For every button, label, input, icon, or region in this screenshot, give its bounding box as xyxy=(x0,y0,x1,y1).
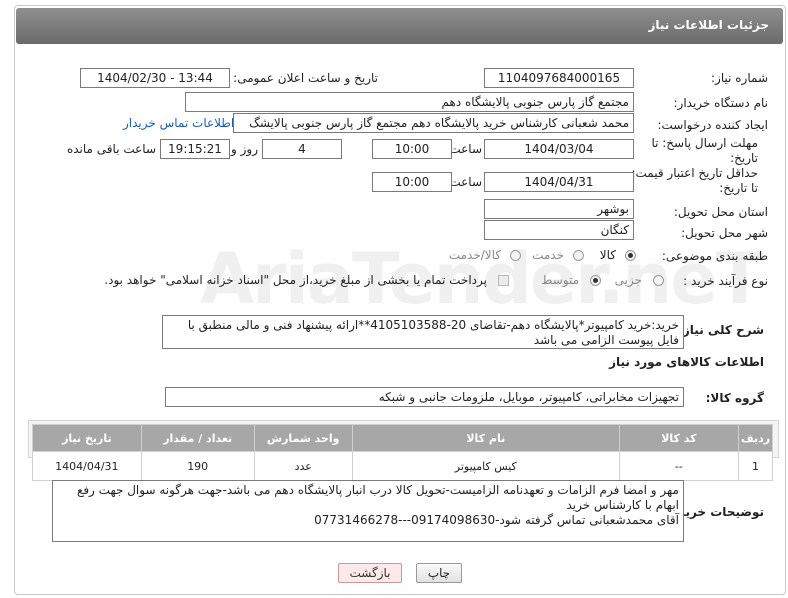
announce-field[interactable]: 1404/02/30 - 13:44 xyxy=(80,68,230,88)
cell-need-date: 1404/04/31 xyxy=(32,451,142,481)
col-header-code: کد کالا xyxy=(618,424,740,452)
category-radio-goods[interactable] xyxy=(625,250,636,261)
buyer-notes-line: آقای محمدشعبانی تماس گرفته شود-091740986… xyxy=(314,513,679,527)
price-time-label: ساعت xyxy=(449,175,482,189)
process-option-medium: متوسط xyxy=(541,273,579,287)
cell-name: کیس کامپیوتر xyxy=(351,451,620,481)
reply-time-field[interactable]: 10:00 xyxy=(372,139,452,159)
cell-code: -- xyxy=(618,451,740,481)
reply-date-field[interactable]: 1404/03/04 xyxy=(484,139,634,159)
cell-quantity: 190 xyxy=(140,451,255,481)
category-label: طبقه بندی موضوعی: xyxy=(661,249,768,263)
cell-unit: عدد xyxy=(253,451,353,481)
category-option-goods: کالا xyxy=(599,248,616,262)
process-radio-minor[interactable] xyxy=(653,275,664,286)
description-textarea[interactable]: خرید:خرید کامپیوتر*پالایشگاه دهم-تقاضای … xyxy=(162,315,684,349)
col-header-need-date: تاریخ نیاز xyxy=(32,424,142,452)
col-header-row-number: ردیف xyxy=(738,424,773,452)
buyer-org-label: نام دستگاه خریدار: xyxy=(673,96,769,110)
remaining-label: ساعت باقی مانده xyxy=(66,142,156,156)
treasury-checkbox[interactable] xyxy=(498,275,509,286)
province-field[interactable]: بوشهر xyxy=(484,199,634,219)
announce-label: تاریخ و ساعت اعلان عمومی: xyxy=(233,71,378,85)
days-field[interactable]: 4 xyxy=(262,139,342,159)
header-bar: جزئیات اطلاعات نیاز xyxy=(16,8,783,44)
creator-label: ایجاد کننده درخواست: xyxy=(657,118,768,132)
category-radio-goods-service[interactable] xyxy=(510,250,521,261)
process-radio-medium[interactable] xyxy=(590,275,601,286)
buyer-contact-link[interactable]: اطلاعات تماس خریدار xyxy=(123,116,234,130)
back-button[interactable]: بازگشت xyxy=(338,563,402,583)
category-option-service: خدمت xyxy=(532,248,564,262)
process-option-minor: جزیی xyxy=(614,273,642,287)
category-option-goods-service: کالا/خدمت xyxy=(448,248,501,262)
items-table: ردیف کد کالا نام کالا واحد شمارش تعداد /… xyxy=(32,424,773,481)
need-number-label: شماره نیاز: xyxy=(711,71,768,85)
payment-note: پرداخت تمام یا بخشی از مبلغ خرید،از محل … xyxy=(104,273,487,287)
city-field[interactable]: کنگان xyxy=(484,220,634,240)
city-label: شهر محل تحویل: xyxy=(681,226,768,240)
col-header-quantity: تعداد / مقدار xyxy=(140,424,255,452)
price-validity-label: حداقل تاریخ اعتبار قیمت: تا تاریخ: xyxy=(631,166,758,195)
page-title: جزئیات اطلاعات نیاز xyxy=(648,18,769,32)
buyer-notes-line: ابهام با کارشناس خرید xyxy=(566,498,679,512)
need-number-field[interactable]: 1104097684000165 xyxy=(484,68,634,88)
col-header-unit: واحد شمارش xyxy=(253,424,353,452)
reply-time-label: ساعت xyxy=(449,142,482,156)
buyer-notes-line: مهر و امضا فرم الزامات و تعهدنامه الزامی… xyxy=(76,483,679,497)
remaining-time-field[interactable]: 19:15:21 xyxy=(160,139,230,159)
days-label: روز و xyxy=(231,142,258,156)
price-date-field[interactable]: 1404/04/31 xyxy=(484,172,634,192)
category-radio-service[interactable] xyxy=(573,250,584,261)
print-button[interactable]: چاپ xyxy=(416,563,462,583)
goods-group-field[interactable]: تجهیزات مخابراتی، کامپیوتر، موبایل، ملزو… xyxy=(165,387,684,407)
process-label: نوع فرآیند خرید : xyxy=(683,274,768,288)
description-label: شرح کلی نیاز: xyxy=(678,323,764,337)
price-time-field[interactable]: 10:00 xyxy=(372,172,452,192)
province-label: استان محل تحویل: xyxy=(673,205,768,219)
table-row[interactable]: 1 -- کیس کامپیوتر عدد 190 1404/04/31 xyxy=(32,451,773,481)
creator-field[interactable]: محمد شعبانی کارشناس خرید پالایشگاه دهم م… xyxy=(233,113,634,133)
buyer-notes-textarea[interactable]: مهر و امضا فرم الزامات و تعهدنامه الزامی… xyxy=(52,480,684,542)
goods-group-label: گروه کالا: xyxy=(705,391,764,405)
goods-info-title: اطلاعات کالاهای مورد نیاز xyxy=(609,355,764,369)
reply-deadline-label: مهلت ارسال پاسخ: تا تاریخ: xyxy=(651,136,758,165)
col-header-name: نام کالا xyxy=(351,424,620,452)
cell-row-number: 1 xyxy=(738,451,773,481)
buyer-org-field[interactable]: مجتمع گاز پارس جنوبی پالایشگاه دهم xyxy=(185,92,634,112)
